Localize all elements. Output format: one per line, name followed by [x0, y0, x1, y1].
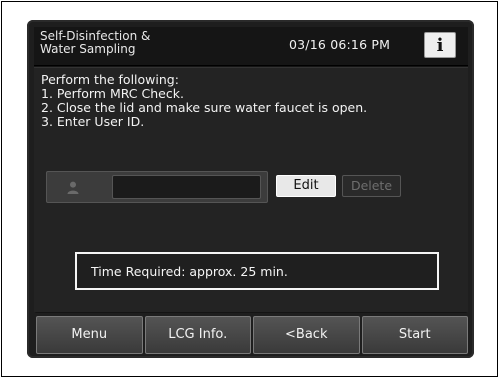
instruction-line: Perform the following: [41, 72, 179, 87]
date-time: 03/16 06:16 PM [289, 37, 391, 52]
instruction-line: 2. Close the lid and make sure water fau… [41, 100, 368, 115]
instructions: Perform the following: 1. Perform MRC Ch… [41, 73, 461, 129]
screen-title: Self-Disinfection & Water Sampling [40, 29, 151, 56]
user-icon [67, 181, 79, 194]
footer-bar: Menu LCG Info. <Back Start [36, 316, 468, 354]
menu-button[interactable]: Menu [36, 316, 143, 354]
edit-button[interactable]: Edit [276, 175, 336, 197]
lcg-info-button[interactable]: LCG Info. [144, 316, 251, 354]
user-id-field[interactable] [112, 175, 261, 199]
instruction-line: 3. Enter User ID. [41, 114, 145, 129]
user-id-group [46, 171, 268, 203]
back-button[interactable]: <Back [253, 316, 360, 354]
start-button[interactable]: Start [361, 316, 468, 354]
header-bar: Self-Disinfection & Water Sampling 03/16… [34, 27, 468, 66]
info-button[interactable]: i [424, 32, 456, 58]
time-required-text: Time Required: approx. 25 min. [91, 264, 288, 279]
content-panel: Perform the following: 1. Perform MRC Ch… [34, 67, 468, 312]
info-icon: i [436, 34, 444, 56]
delete-button[interactable]: Delete [342, 175, 401, 197]
instruction-line: 1. Perform MRC Check. [41, 86, 184, 101]
touch-screen: Self-Disinfection & Water Sampling 03/16… [34, 27, 468, 313]
time-required-box: Time Required: approx. 25 min. [75, 252, 439, 290]
